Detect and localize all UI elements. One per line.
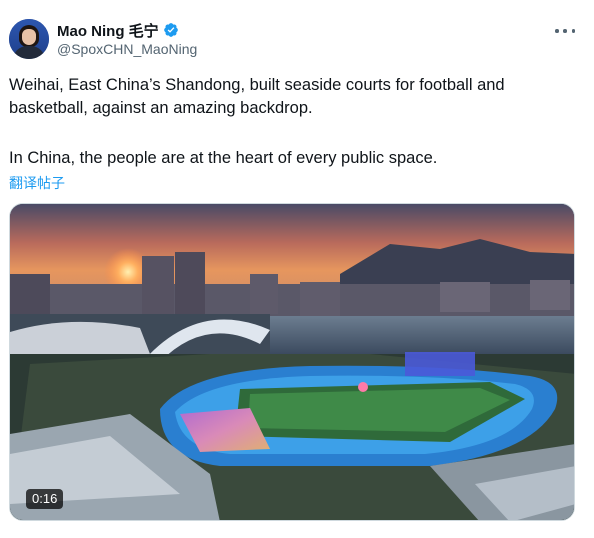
verified-badge-icon [163, 23, 178, 37]
more-horizontal-icon[interactable] [555, 23, 575, 39]
tweet-text-paragraph-2: In China, the people are at the heart of… [9, 149, 438, 167]
author-display-name[interactable]: Mao Ning 毛宁 [57, 20, 159, 41]
author-name-row: Mao Ning 毛宁 [57, 20, 179, 40]
tweet-text-paragraph-1: Weihai, East China’s Shandong, built sea… [9, 76, 505, 117]
author-handle[interactable]: @SpoxCHN_MaoNing [57, 41, 197, 57]
video-duration-badge: 0:16 [26, 489, 64, 509]
video-thumbnail [10, 204, 574, 520]
translate-post-link[interactable]: 翻译帖子 [9, 173, 65, 193]
avatar[interactable] [9, 19, 49, 59]
video-player[interactable]: 0:16 [9, 203, 575, 521]
tweet-card: Mao Ning 毛宁 @SpoxCHN_MaoNing Weihai, Eas… [0, 0, 594, 538]
